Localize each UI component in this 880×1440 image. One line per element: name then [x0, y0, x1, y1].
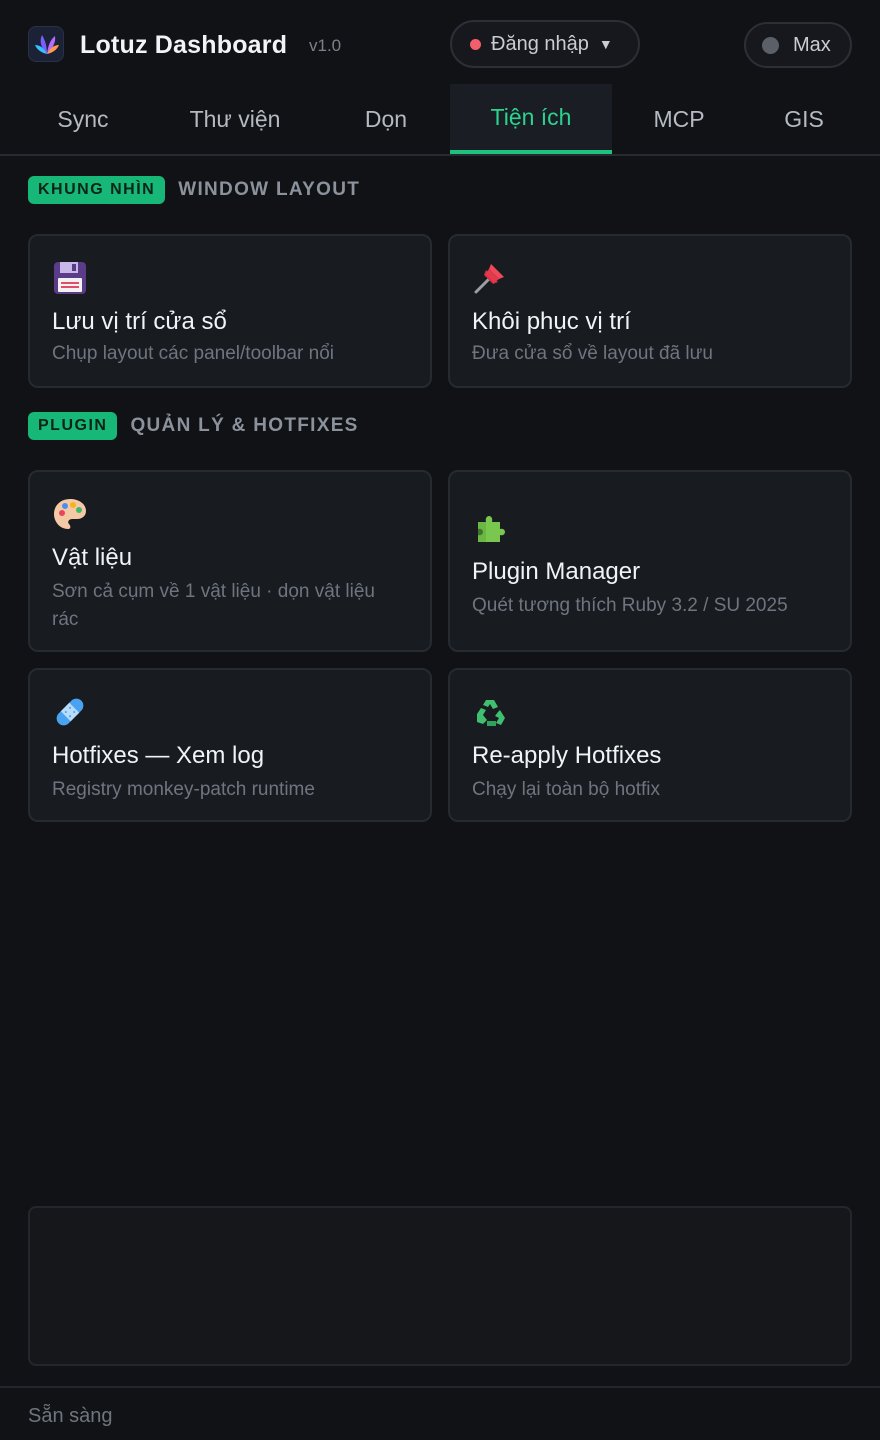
- section-plugin: PLUGIN QUẢN LÝ & HOTFIXES: [28, 412, 359, 440]
- tab-gis[interactable]: GIS: [745, 84, 863, 154]
- section-pill: PLUGIN: [28, 412, 118, 440]
- card-title: Lưu vị trí cửa sổ: [52, 308, 227, 335]
- card-description: Đưa cửa sổ về layout đã lưu: [472, 343, 713, 364]
- plugin-manager-card[interactable]: Plugin Manager Quét tương thích Ruby 3.2…: [448, 470, 852, 652]
- floppy-disk-icon: [52, 260, 92, 300]
- toggle-dot-icon: [762, 36, 779, 54]
- restore-window-position-card[interactable]: Khôi phục vị trí Đưa cửa sổ về layout đã…: [448, 234, 852, 388]
- card-description: Chụp layout các panel/toolbar nổi: [52, 343, 335, 364]
- recycle-icon: [472, 694, 512, 734]
- section-title: WINDOW LAYOUT: [178, 179, 361, 200]
- hotfixes-log-card[interactable]: Hotfixes — Xem log Registry monkey-patch…: [28, 668, 432, 822]
- card-description: Chạy lại toàn bộ hotfix: [472, 779, 661, 800]
- log-output-panel[interactable]: [28, 1206, 852, 1366]
- materials-card[interactable]: Vật liệu Sơn cả cụm về 1 vật liệu · dọn …: [28, 470, 432, 652]
- app-header: Lotuz Dashboard v1.0 Đăng nhập ▼ Max: [0, 0, 880, 84]
- save-window-position-card[interactable]: Lưu vị trí cửa sổ Chụp layout các panel/…: [28, 234, 432, 388]
- mode-label: Max: [793, 33, 831, 56]
- status-text: Sẵn sàng: [28, 1405, 113, 1427]
- mode-toggle-button[interactable]: Max: [744, 22, 852, 68]
- reapply-hotfixes-card[interactable]: Re-apply Hotfixes Chạy lại toàn bộ hotfi…: [448, 668, 852, 822]
- tab-bar: Sync Thư viện Dọn Tiện ích MCP GIS: [0, 84, 880, 156]
- app-title: Lotuz Dashboard: [80, 31, 288, 59]
- pushpin-icon: [472, 260, 512, 300]
- version-label: v1.0: [309, 36, 342, 55]
- card-description: Sơn cả cụm về 1 vật liệu · dọn vật liệu …: [52, 581, 375, 630]
- card-title: Vật liệu: [52, 544, 133, 571]
- login-label: Đăng nhập: [491, 32, 589, 55]
- caret-down-icon: ▼: [598, 36, 613, 52]
- section-window-layout: KHUNG NHÌN WINDOW LAYOUT: [28, 176, 360, 204]
- login-dropdown-button[interactable]: Đăng nhập ▼: [450, 20, 640, 68]
- tab-library[interactable]: Thư viện: [160, 84, 310, 154]
- status-bar: Sẵn sàng: [0, 1386, 880, 1440]
- palette-icon: [52, 496, 92, 536]
- puzzle-icon: [472, 510, 512, 550]
- lotus-logo-icon: [28, 26, 64, 62]
- section-title: QUẢN LÝ & HOTFIXES: [130, 415, 359, 436]
- tab-utilities[interactable]: Tiện ích: [450, 84, 612, 154]
- tab-sync[interactable]: Sync: [20, 84, 146, 154]
- card-title: Khôi phục vị trí: [472, 308, 631, 335]
- status-dot-icon: [470, 38, 481, 50]
- card-title: Re-apply Hotfixes: [472, 742, 662, 769]
- card-description: Registry monkey-patch runtime: [52, 779, 315, 800]
- bandage-icon: [52, 694, 92, 734]
- tab-mcp[interactable]: MCP: [620, 84, 738, 154]
- section-pill: KHUNG NHÌN: [28, 176, 166, 204]
- card-title: Plugin Manager: [472, 558, 641, 585]
- card-title: Hotfixes — Xem log: [52, 742, 265, 769]
- tab-clean[interactable]: Dọn: [325, 84, 447, 154]
- card-description: Quét tương thích Ruby 3.2 / SU 2025: [472, 595, 788, 616]
